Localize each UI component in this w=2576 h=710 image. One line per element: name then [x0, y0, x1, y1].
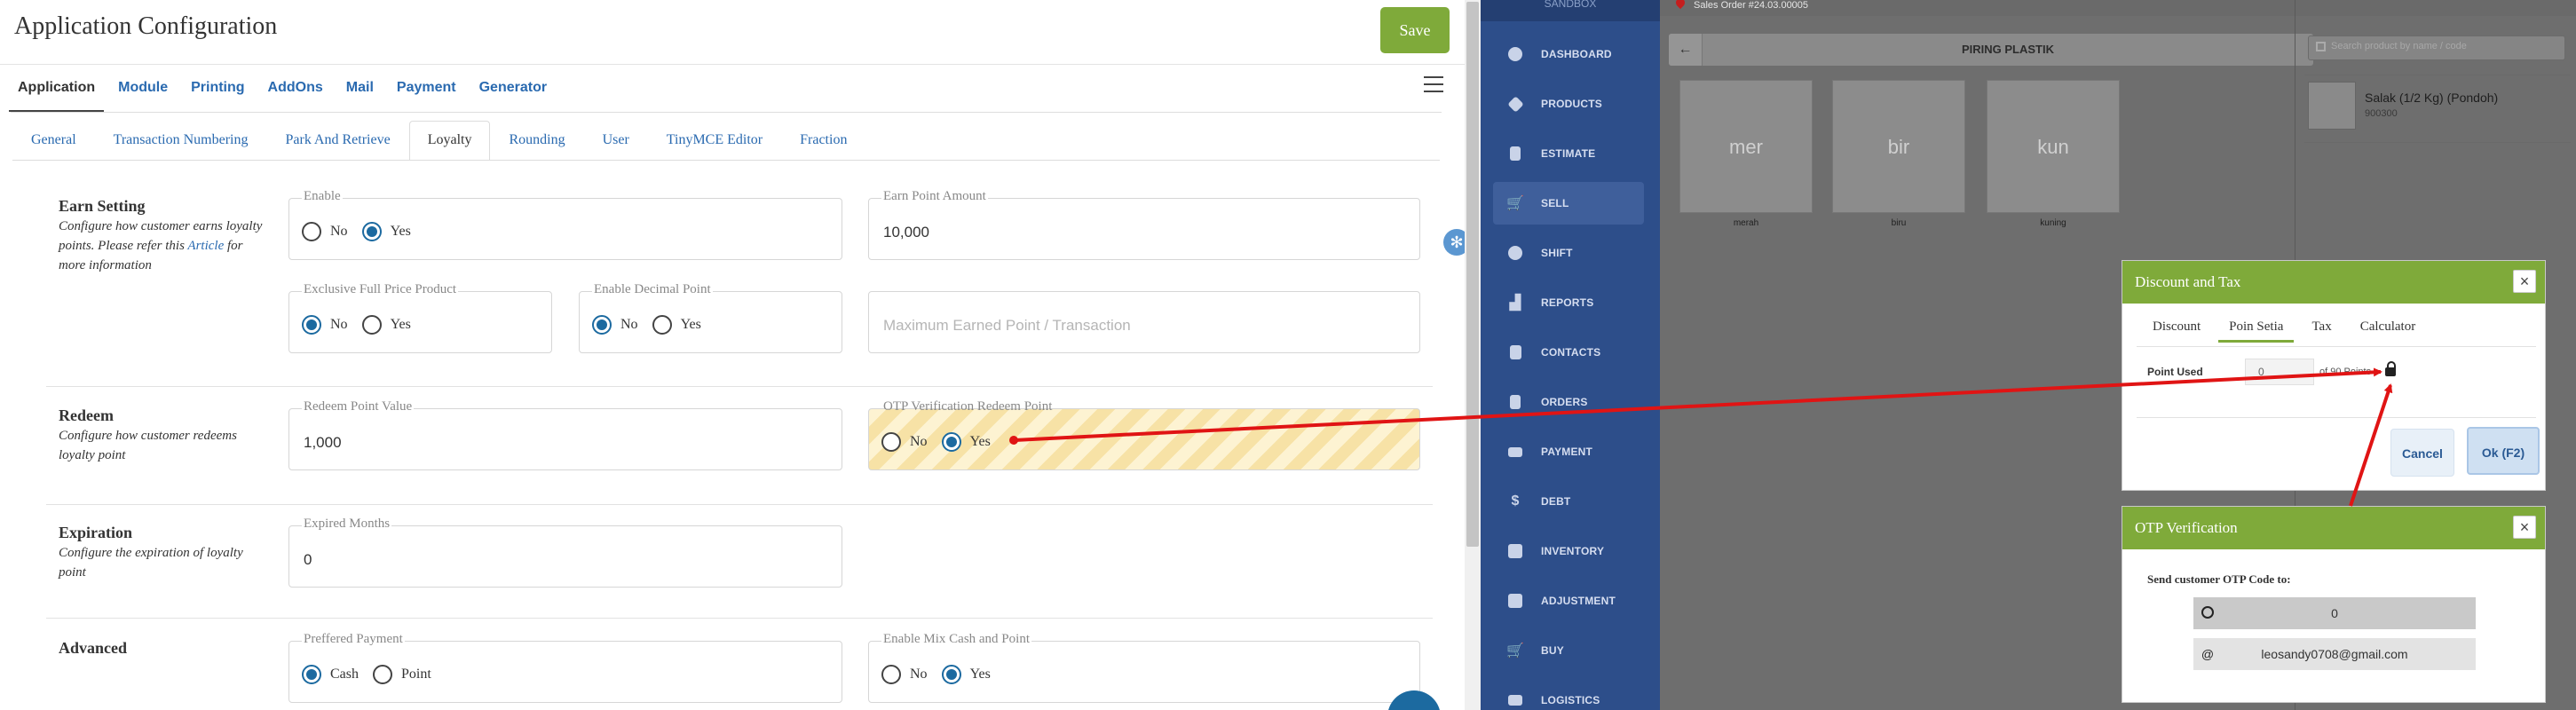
annotation-arrow [2349, 383, 2393, 507]
annotation-overlay [1009, 367, 2393, 507]
annotation-arrow [1013, 367, 2382, 442]
